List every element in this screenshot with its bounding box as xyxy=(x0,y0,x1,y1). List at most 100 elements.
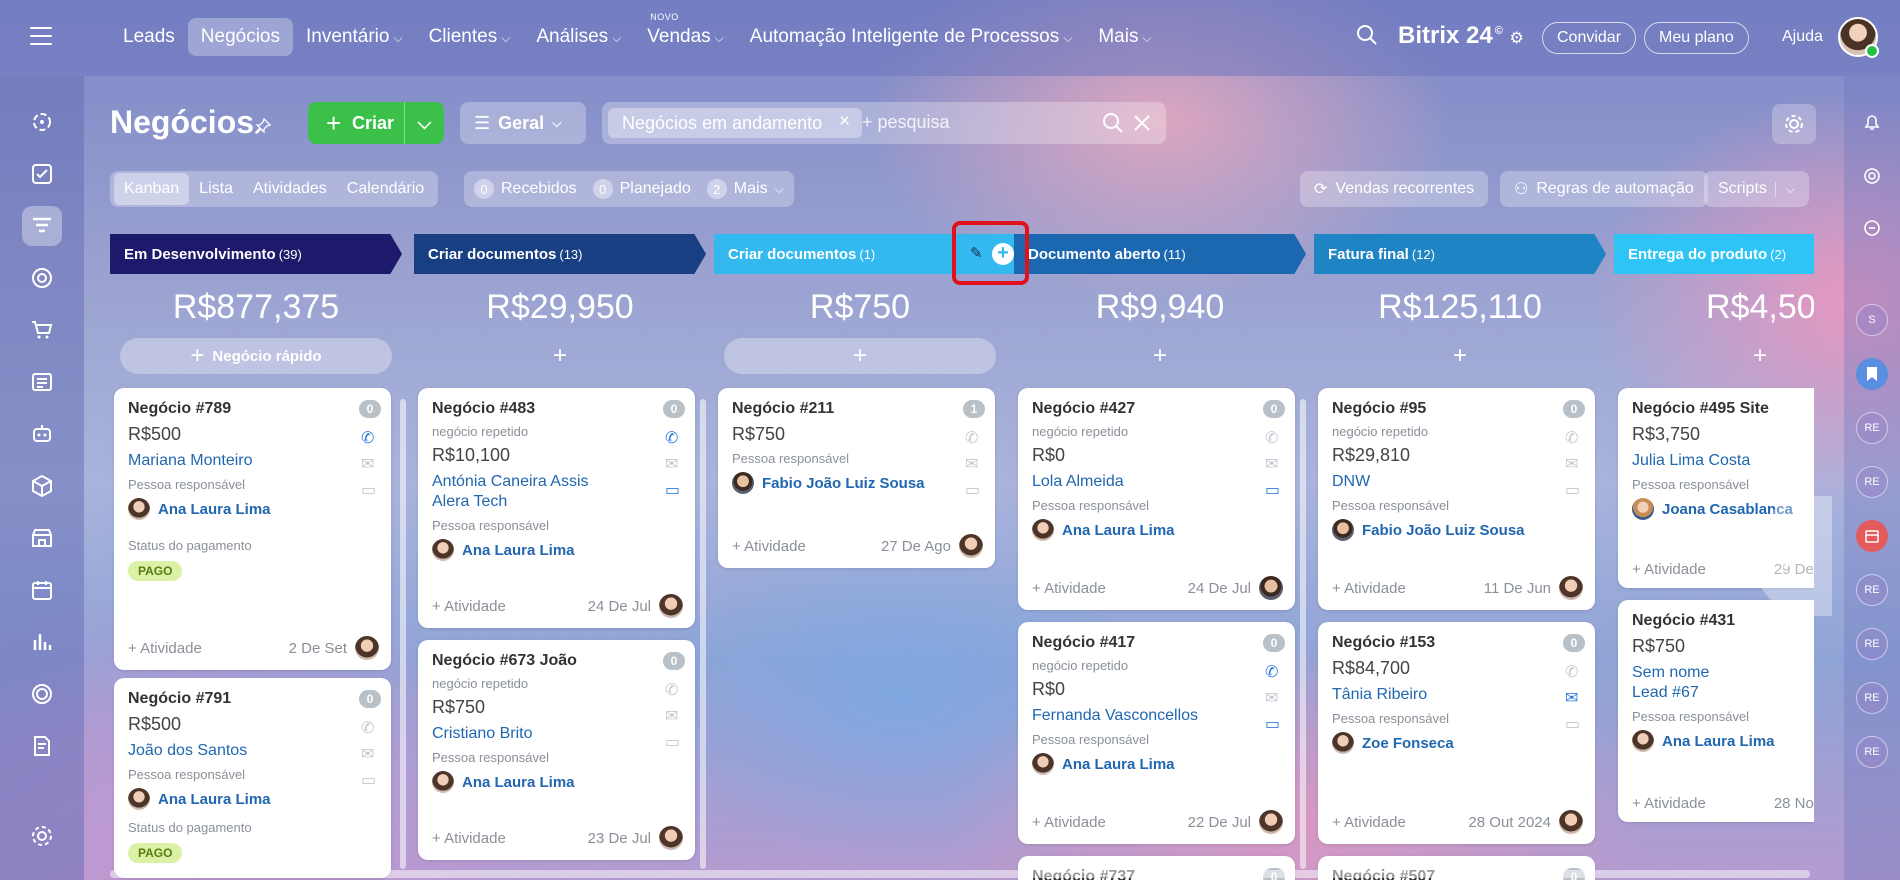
document-sign-icon[interactable] xyxy=(22,726,62,766)
responsible-person[interactable]: Zoe Fonseca xyxy=(1332,732,1581,754)
deal-card[interactable]: Negócio #95 0 negócio repetido R$29,810 D… xyxy=(1318,388,1595,610)
phone-icon[interactable]: ✆ xyxy=(1565,662,1583,681)
add-activity-button[interactable]: + Atividade xyxy=(1632,561,1706,578)
deal-card[interactable]: Negócio #483 0 negócio repetido R$10,100 … xyxy=(418,388,695,628)
column-header[interactable]: Criar documentos (13) xyxy=(414,234,706,274)
add-activity-button[interactable]: + Atividade xyxy=(1032,580,1106,597)
contact-avatar[interactable]: S xyxy=(1856,304,1888,336)
add-activity-button[interactable]: + Atividade xyxy=(1632,795,1706,812)
scrollbar[interactable] xyxy=(400,399,406,869)
tab-atividades[interactable]: Atividades xyxy=(243,173,337,205)
nav-leads[interactable]: Leads xyxy=(110,18,188,56)
phone-icon[interactable]: ✆ xyxy=(965,428,983,447)
contact-link[interactable]: Mariana Monteiro xyxy=(128,451,377,471)
crm-filter-icon[interactable] xyxy=(22,206,62,246)
user-avatar[interactable] xyxy=(1838,17,1879,58)
phone-icon[interactable]: ✆ xyxy=(361,428,379,447)
copilot-icon[interactable] xyxy=(1856,160,1888,192)
recurring-sales-button[interactable]: ⟳ Vendas recorrentes xyxy=(1300,171,1489,207)
phone-icon[interactable]: ✆ xyxy=(665,680,683,699)
cart-icon[interactable] xyxy=(22,310,62,350)
mail-icon[interactable]: ✉ xyxy=(1265,688,1283,707)
settings-gear-icon[interactable] xyxy=(22,816,62,856)
contact-avatar[interactable]: RE xyxy=(1856,682,1888,714)
phone-icon[interactable]: ✆ xyxy=(1565,428,1583,447)
contact-link[interactable]: Julia Lima Costa xyxy=(1632,451,1814,471)
add-activity-button[interactable]: + Atividade xyxy=(1332,580,1406,597)
contact-link[interactable]: Fernanda Vasconcellos xyxy=(1032,706,1281,726)
deal-card[interactable]: Negócio #153 0 R$84,700 Tânia Ribeiro Pes… xyxy=(1318,622,1595,844)
deal-card[interactable]: Negócio #431 R$750 Sem nome Lead #67 Pes… xyxy=(1618,600,1814,822)
create-button[interactable]: Criar⌵ xyxy=(308,102,444,144)
add-activity-button[interactable]: + Atividade xyxy=(1032,814,1106,831)
calendar-icon[interactable] xyxy=(22,570,62,610)
pin-icon[interactable] xyxy=(254,117,272,135)
chat-icon[interactable]: ▭ xyxy=(665,732,683,751)
chat-icon[interactable]: ▭ xyxy=(361,770,379,789)
scrollbar[interactable] xyxy=(700,399,706,869)
nav-clientes[interactable]: Clientes ⌵ xyxy=(416,18,524,56)
horizontal-scrollbar[interactable] xyxy=(110,870,1810,878)
lead-link[interactable]: Lead #67 xyxy=(1632,683,1814,703)
responsible-person[interactable]: Ana Laura Lima xyxy=(128,788,377,810)
responsible-person[interactable]: Ana Laura Lima xyxy=(128,498,377,520)
invite-button[interactable]: Convidar xyxy=(1542,22,1637,54)
deal-card[interactable]: Negócio #427 0 negócio repetido R$0 Lola … xyxy=(1018,388,1295,610)
calendar-icon[interactable] xyxy=(1856,520,1888,552)
mail-icon[interactable]: ✉ xyxy=(361,454,379,473)
quick-deal-button[interactable]: + xyxy=(724,338,996,374)
search-filter-box[interactable]: Negócios em andamento × + pesquisa xyxy=(602,102,1166,144)
deal-card[interactable]: Negócio #673 João 0 negócio repetido R$75… xyxy=(418,640,695,860)
contact-avatar[interactable]: RE xyxy=(1856,574,1888,606)
close-icon[interactable]: × xyxy=(839,111,850,133)
mail-icon[interactable]: ✉ xyxy=(361,744,379,763)
chevron-down-icon[interactable]: ⌵ xyxy=(1774,181,1795,197)
mail-icon[interactable]: ✉ xyxy=(665,454,683,473)
contact-link[interactable]: DNW xyxy=(1332,472,1581,492)
bell-icon[interactable] xyxy=(1856,106,1888,138)
robot-icon[interactable] xyxy=(22,414,62,454)
scripts-button[interactable]: Scripts ⌵ xyxy=(1704,171,1810,207)
phone-icon[interactable]: ✆ xyxy=(361,718,379,737)
quick-deal-button[interactable]: + xyxy=(1624,338,1814,374)
contact-avatar[interactable]: RE xyxy=(1856,466,1888,498)
hub-icon[interactable] xyxy=(22,102,62,142)
column-header[interactable]: Entrega do produto (2) xyxy=(1614,234,1814,274)
responsible-person[interactable]: Ana Laura Lima xyxy=(1632,730,1814,752)
search-icon[interactable] xyxy=(1102,112,1124,134)
mail-icon[interactable]: ✉ xyxy=(965,454,983,473)
nav-inventario[interactable]: Inventário ⌵ xyxy=(293,18,416,56)
chat-icon[interactable]: ▭ xyxy=(665,480,683,499)
search-input[interactable]: + pesquisa xyxy=(862,112,950,133)
nav-analises[interactable]: Análises ⌵ xyxy=(523,18,634,56)
automation-rules-button[interactable]: ⚇ Regras de automação xyxy=(1500,171,1708,207)
responsible-person[interactable]: Ana Laura Lima xyxy=(432,539,681,561)
phone-icon[interactable]: ✆ xyxy=(1265,662,1283,681)
contact-avatar[interactable]: RE xyxy=(1856,736,1888,768)
contact-link[interactable]: Cristiano Brito xyxy=(432,724,681,744)
filter-chip[interactable]: Negócios em andamento × xyxy=(608,108,863,138)
bookmark-icon[interactable] xyxy=(1856,358,1888,390)
counter-recebidos[interactable]: 0 Recebidos xyxy=(474,179,577,199)
tasks-icon[interactable] xyxy=(22,154,62,194)
column-header[interactable]: Em Desenvolvimento (39) xyxy=(110,234,402,274)
nav-negocios[interactable]: Negócios xyxy=(187,18,293,56)
responsible-person[interactable]: Ana Laura Lima xyxy=(432,771,681,793)
phone-icon[interactable]: ✆ xyxy=(665,428,683,447)
shield-icon[interactable] xyxy=(22,674,62,714)
add-activity-button[interactable]: + Atividade xyxy=(732,538,806,555)
nav-vendas[interactable]: NOVO Vendas ⌵ xyxy=(634,12,737,56)
box-icon[interactable] xyxy=(22,466,62,506)
mail-icon[interactable]: ✉ xyxy=(1565,688,1583,707)
deal-card[interactable]: Negócio #211 1 R$750 Pessoa responsável F… xyxy=(718,388,995,568)
tab-calendario[interactable]: Calendário xyxy=(337,173,434,205)
chat-icon[interactable]: ▭ xyxy=(1265,714,1283,733)
responsible-person[interactable]: Ana Laura Lima xyxy=(1032,519,1281,541)
deal-card[interactable]: Negócio #789 0 R$500 Mariana Monteiro Pes… xyxy=(114,388,391,670)
mail-icon[interactable]: ✉ xyxy=(665,706,683,725)
contact-link[interactable]: Sem nome xyxy=(1632,663,1814,683)
tab-kanban[interactable]: Kanban xyxy=(114,173,190,205)
contact-avatar[interactable]: RE xyxy=(1856,412,1888,444)
nav-mais[interactable]: Mais ⌵ xyxy=(1085,18,1164,56)
deal-card[interactable]: Negócio #417 0 negócio repetido R$0 Ferna… xyxy=(1018,622,1295,844)
